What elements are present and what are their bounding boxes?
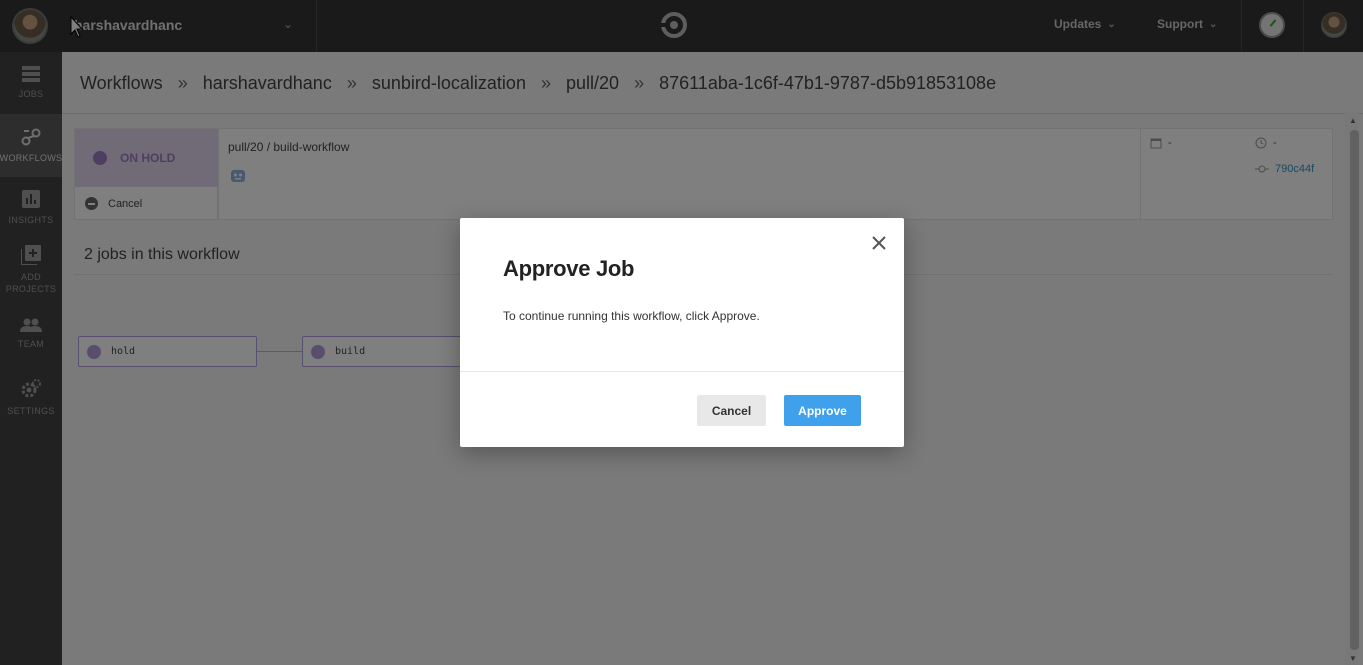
approve-button[interactable]: Approve: [784, 395, 861, 426]
cancel-button[interactable]: Cancel: [697, 395, 766, 426]
close-icon[interactable]: [870, 234, 888, 252]
dialog-title: Approve Job: [503, 256, 635, 281]
dialog-message: To continue running this workflow, click…: [503, 309, 760, 323]
approve-job-dialog: Approve Job To continue running this wor…: [460, 218, 904, 447]
dialog-divider: [460, 371, 904, 372]
